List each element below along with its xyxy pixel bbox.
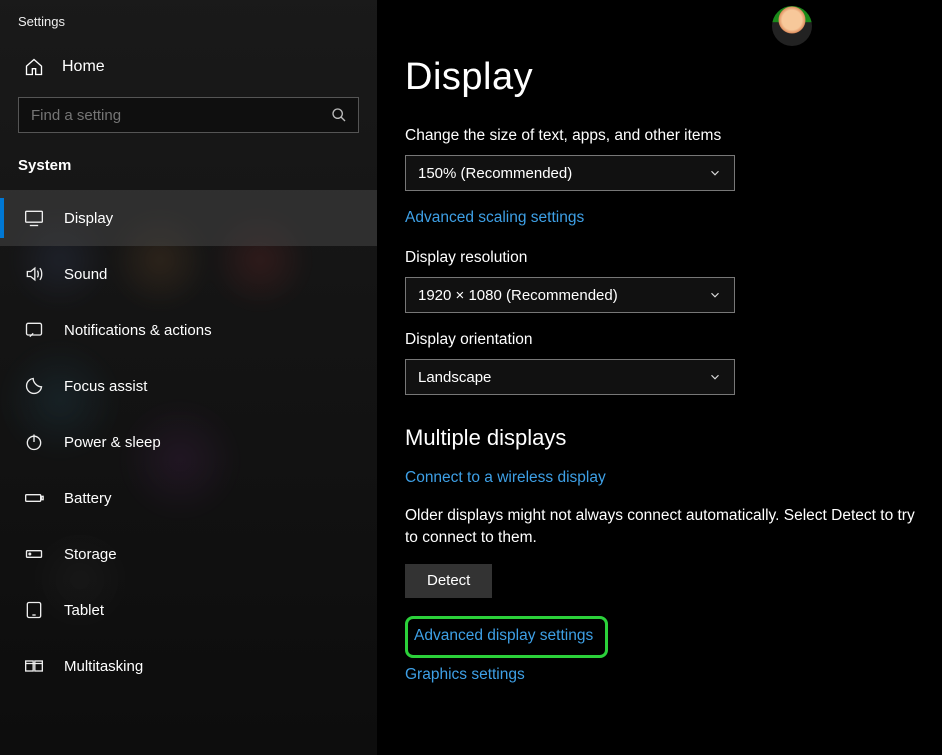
sidebar-item-multitasking[interactable]: Multitasking [0, 638, 377, 694]
sidebar-item-label: Multitasking [64, 658, 143, 675]
sidebar-item-sound[interactable]: Sound [0, 246, 377, 302]
sidebar-item-battery[interactable]: Battery [0, 470, 377, 526]
resolution-value: 1920 × 1080 (Recommended) [418, 287, 618, 304]
storage-icon [24, 544, 44, 564]
graphics-settings-link[interactable]: Graphics settings [405, 666, 525, 684]
advanced-scaling-link[interactable]: Advanced scaling settings [405, 209, 584, 227]
power-icon [24, 432, 44, 452]
sidebar-item-power[interactable]: Power & sleep [0, 414, 377, 470]
avatar [772, 6, 812, 46]
sidebar-item-tablet[interactable]: Tablet [0, 582, 377, 638]
scale-select[interactable]: 150% (Recommended) [405, 155, 735, 191]
sidebar: Settings Home System Display [0, 0, 377, 755]
wireless-display-link[interactable]: Connect to a wireless display [405, 469, 606, 487]
search-icon [331, 107, 347, 123]
orientation-label: Display orientation [405, 331, 922, 349]
sidebar-nav: Display Sound Notifications & actions [0, 190, 377, 694]
chevron-down-icon [708, 166, 722, 180]
home-label: Home [62, 58, 105, 76]
notification-icon [24, 320, 44, 340]
scale-label: Change the size of text, apps, and other… [405, 127, 922, 145]
window-title: Settings [0, 10, 377, 47]
page-title: Display [405, 56, 922, 99]
chevron-down-icon [708, 288, 722, 302]
detect-help-text: Older displays might not always connect … [405, 505, 922, 550]
tablet-icon [24, 600, 44, 620]
home-icon [24, 57, 44, 77]
scale-value: 150% (Recommended) [418, 165, 572, 182]
sidebar-item-label: Power & sleep [64, 434, 161, 451]
advanced-display-settings-link[interactable]: Advanced display settings [414, 627, 593, 645]
detect-button[interactable]: Detect [405, 564, 492, 598]
multiple-displays-heading: Multiple displays [405, 425, 922, 451]
sidebar-item-label: Focus assist [64, 378, 147, 395]
resolution-label: Display resolution [405, 249, 922, 267]
orientation-value: Landscape [418, 369, 491, 386]
chevron-down-icon [708, 370, 722, 384]
sidebar-item-focus[interactable]: Focus assist [0, 358, 377, 414]
sidebar-item-storage[interactable]: Storage [0, 526, 377, 582]
resolution-select[interactable]: 1920 × 1080 (Recommended) [405, 277, 735, 313]
display-icon [24, 208, 44, 228]
focus-icon [24, 376, 44, 396]
highlight-ring: Advanced display settings [405, 616, 608, 658]
sidebar-item-label: Tablet [64, 602, 104, 619]
search-wrap [18, 97, 359, 133]
search-input[interactable] [18, 97, 359, 133]
sidebar-item-label: Battery [64, 490, 112, 507]
orientation-select[interactable]: Landscape [405, 359, 735, 395]
sidebar-item-display[interactable]: Display [0, 190, 377, 246]
sound-icon [24, 264, 44, 284]
home-button[interactable]: Home [0, 47, 377, 91]
sidebar-item-label: Notifications & actions [64, 322, 212, 339]
sidebar-item-label: Sound [64, 266, 107, 283]
main-content: Display Change the size of text, apps, a… [377, 0, 942, 755]
multitasking-icon [24, 656, 44, 676]
sidebar-item-label: Storage [64, 546, 117, 563]
battery-icon [24, 488, 44, 508]
sidebar-item-label: Display [64, 210, 113, 227]
category-heading: System [0, 151, 377, 190]
sidebar-item-notifications[interactable]: Notifications & actions [0, 302, 377, 358]
